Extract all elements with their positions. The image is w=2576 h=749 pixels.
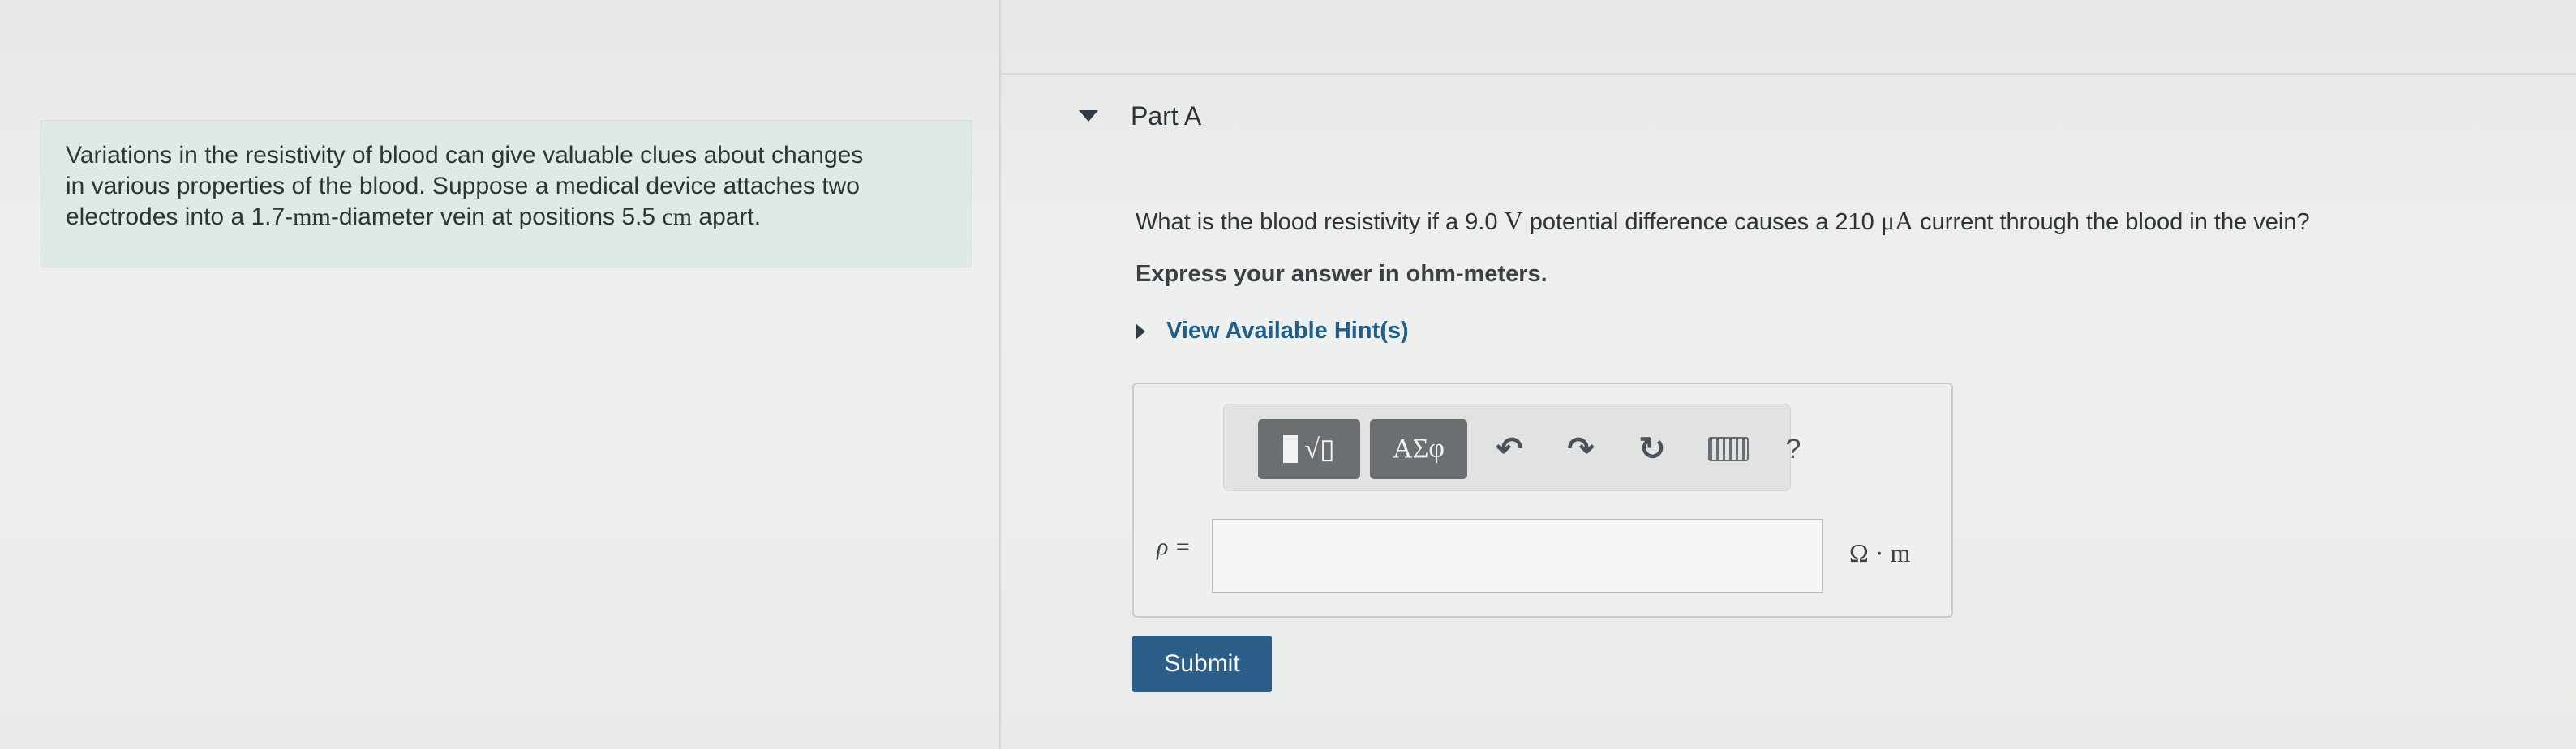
question-mid: potential difference causes a 210 — [1522, 209, 1881, 235]
greek-symbols-label: ΑΣφ — [1393, 434, 1445, 464]
greek-symbols-button[interactable]: ΑΣφ — [1370, 419, 1467, 479]
expand-caret-icon[interactable] — [1136, 323, 1145, 340]
answer-instruction: Express your answer in ohm-meters. — [1136, 261, 1548, 287]
templates-label: √▯ — [1304, 434, 1335, 464]
templates-button[interactable]: √▯ — [1258, 419, 1360, 479]
problem-intro-box: Variations in the resistivity of blood c… — [41, 120, 972, 268]
question-text: What is the blood resistivity if a 9.0 V… — [1136, 206, 2310, 236]
redo-button[interactable]: ↷ — [1556, 419, 1605, 479]
undo-button[interactable]: ↶ — [1485, 419, 1534, 479]
intro-line-3a: electrodes into a 1.7- — [66, 203, 294, 230]
answer-variable-label: ρ = — [1157, 533, 1191, 560]
submit-button[interactable]: Submit — [1132, 636, 1272, 692]
intro-unit-mm: mm — [293, 203, 331, 230]
keyboard-button[interactable] — [1704, 419, 1753, 479]
collapse-caret-icon[interactable] — [1079, 110, 1098, 122]
answer-units: Ω · m — [1849, 538, 1911, 567]
answer-panel: √▯ ΑΣφ ↶ ↷ ↻ ? ρ = Ω · m — [1132, 383, 1953, 618]
reset-button[interactable]: ↻ — [1628, 419, 1677, 479]
reset-icon: ↻ — [1638, 431, 1666, 467]
header-rule — [1001, 73, 2576, 75]
redo-icon: ↷ — [1567, 431, 1595, 467]
part-title: Part A — [1131, 101, 1202, 131]
help-button[interactable]: ? — [1769, 419, 1818, 479]
part-a-header[interactable]: Part A — [1079, 96, 1201, 136]
intro-line-3c: apart. — [692, 203, 762, 230]
math-toolbar: √▯ ΑΣφ ↶ ↷ ↻ ? — [1223, 404, 1801, 491]
question-pre: What is the blood resistivity if a 9.0 — [1136, 209, 1505, 235]
intro-line-3b: -diameter vein at positions 5.5 — [330, 203, 663, 230]
question-post: current through the blood in the vein? — [1913, 209, 2310, 235]
problem-intro-text: Variations in the resistivity of blood c… — [66, 140, 947, 233]
page: Variations in the resistivity of blood c… — [0, 0, 2576, 749]
keyboard-icon — [1708, 437, 1749, 461]
view-hints-label[interactable]: View Available Hint(s) — [1166, 318, 1409, 345]
question-unit-volt: V — [1504, 206, 1523, 235]
help-label: ? — [1785, 433, 1801, 464]
template-block-icon — [1283, 435, 1299, 463]
intro-line-2: in various properties of the blood. Supp… — [66, 173, 860, 199]
answer-input[interactable] — [1212, 519, 1823, 593]
undo-icon: ↶ — [1496, 431, 1523, 467]
intro-line-1: Variations in the resistivity of blood c… — [66, 142, 864, 169]
view-hints-link[interactable]: View Available Hint(s) — [1136, 318, 1409, 345]
intro-unit-cm: cm — [662, 203, 693, 230]
column-divider — [999, 0, 1001, 749]
question-unit-microamp: μA — [1880, 206, 1914, 235]
